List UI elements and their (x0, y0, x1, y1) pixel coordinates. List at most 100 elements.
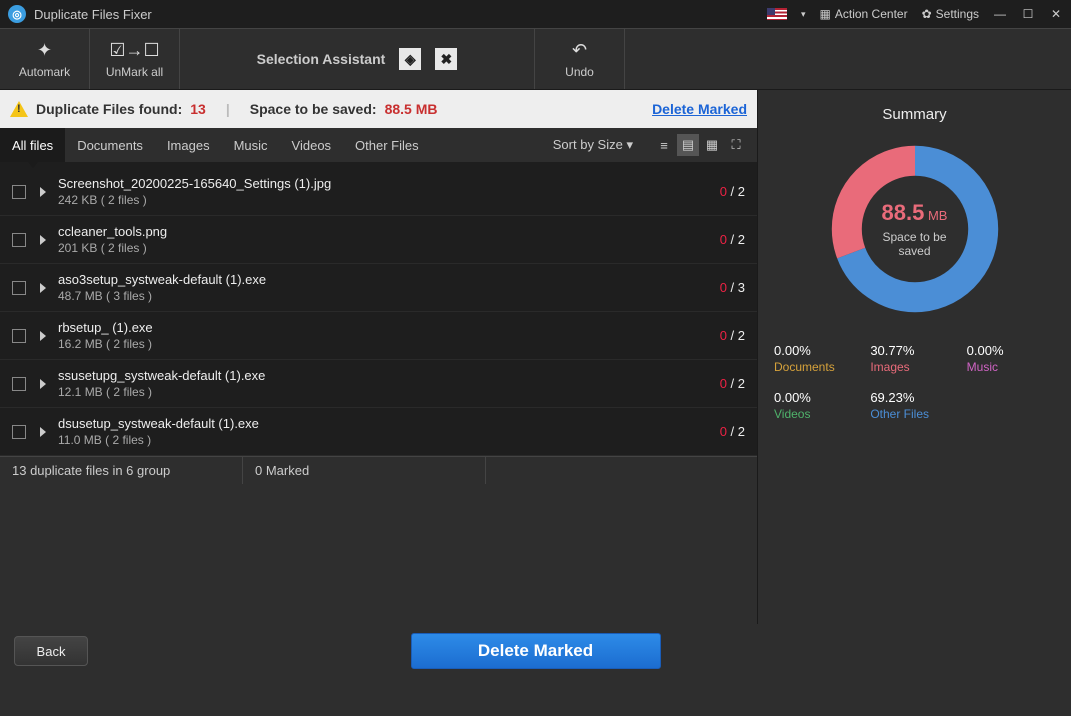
language-flag-icon[interactable] (767, 8, 787, 20)
legend-item-images: 30.77% Images (870, 343, 958, 374)
file-group-row[interactable]: rbsetup_ (1).exe 16.2 MB ( 2 files )0 / 2 (0, 312, 757, 360)
undo-label: Undo (565, 65, 594, 79)
automark-label: Automark (19, 65, 70, 79)
tab-documents[interactable]: Documents (65, 128, 155, 162)
view-grid-icon[interactable]: ▦ (701, 134, 723, 156)
legend-percent: 30.77% (870, 343, 958, 358)
delete-marked-button[interactable]: Delete Marked (411, 633, 661, 669)
file-name: rbsetup_ (1).exe (58, 320, 720, 335)
view-detail-icon[interactable]: ▤ (677, 134, 699, 156)
summary-title: Summary (774, 106, 1055, 123)
file-group-row[interactable]: ssusetupg_systweak-default (1).exe 12.1 M… (0, 360, 757, 408)
sort-label: Sort by Size (553, 137, 623, 152)
file-list: Screenshot_20200225-165640_Settings (1).… (0, 162, 757, 456)
unmark-all-button[interactable]: ☑→☐ UnMark all (90, 29, 180, 89)
donut-label: Space to be saved (870, 230, 960, 258)
status-bar: 13 duplicate files in 6 group 0 Marked (0, 456, 757, 484)
tab-other-files[interactable]: Other Files (343, 128, 431, 162)
maximize-button[interactable]: ☐ (1021, 7, 1035, 21)
dup-found-count: 13 (190, 101, 206, 117)
file-name: Screenshot_20200225-165640_Settings (1).… (58, 176, 720, 191)
results-panel: All filesDocumentsImagesMusicVideosOther… (0, 128, 757, 484)
file-name: ssusetupg_systweak-default (1).exe (58, 368, 720, 383)
expand-icon[interactable] (40, 331, 46, 341)
summary-panel: Summary 88.5 MB Space to be saved 0.00% D… (757, 90, 1071, 624)
app-logo-icon: ◎ (8, 5, 26, 23)
summary-donut-chart: 88.5 MB Space to be saved (825, 139, 1005, 319)
back-button[interactable]: Back (14, 636, 88, 666)
donut-unit: MB (928, 208, 948, 223)
file-group-row[interactable]: ccleaner_tools.png 201 KB ( 2 files )0 / … (0, 216, 757, 264)
file-size: 12.1 MB ( 2 files ) (58, 385, 720, 399)
space-saved-label: Space to be saved: (250, 101, 377, 117)
file-mark-count: 0 / 2 (720, 184, 745, 199)
file-group-row[interactable]: aso3setup_systweak-default (1).exe 48.7 M… (0, 264, 757, 312)
legend-percent: 0.00% (774, 343, 862, 358)
file-mark-count: 0 / 2 (720, 328, 745, 343)
donut-value: 88.5 (882, 200, 925, 225)
gear-icon: ✿ (922, 7, 932, 21)
expand-icon[interactable] (40, 283, 46, 293)
legend-percent: 69.23% (870, 390, 958, 405)
delete-marked-link[interactable]: Delete Marked (652, 101, 747, 117)
target-icon: ◈ (399, 48, 421, 70)
file-name: ccleaner_tools.png (58, 224, 720, 239)
action-center-button[interactable]: ▦ Action Center (820, 7, 908, 21)
file-size: 48.7 MB ( 3 files ) (58, 289, 720, 303)
file-group-row[interactable]: dsusetup_systweak-default (1).exe11.0 MB… (0, 408, 757, 456)
file-checkbox[interactable] (12, 329, 26, 343)
file-checkbox[interactable] (12, 377, 26, 391)
tab-videos[interactable]: Videos (280, 128, 344, 162)
legend-name: Images (870, 360, 958, 374)
tools-icon: ✖ (435, 48, 457, 70)
file-mark-count: 0 / 2 (720, 376, 745, 391)
file-group-row[interactable]: Screenshot_20200225-165640_Settings (1).… (0, 168, 757, 216)
grid-icon: ▦ (820, 7, 831, 21)
app-title: Duplicate Files Fixer (34, 7, 152, 22)
expand-icon[interactable] (40, 379, 46, 389)
status-marked-info: 0 Marked (243, 457, 486, 484)
file-size: 242 KB ( 2 files ) (58, 193, 720, 207)
sort-dropdown[interactable]: Sort by Size ▾ (553, 137, 633, 153)
file-name: aso3setup_systweak-default (1).exe (58, 272, 720, 287)
file-name: dsusetup_systweak-default (1).exe (58, 416, 720, 431)
file-checkbox[interactable] (12, 425, 26, 439)
legend-name: Documents (774, 360, 862, 374)
tab-music[interactable]: Music (222, 128, 280, 162)
legend-name: Music (967, 360, 1055, 374)
fullscreen-icon[interactable]: ⛶ (725, 134, 747, 156)
selection-assistant-button[interactable]: Selection Assistant ◈ ✖ (180, 29, 535, 89)
unmark-icon: ☑→☐ (109, 40, 159, 61)
file-size: 201 KB ( 2 files ) (58, 241, 720, 255)
expand-icon[interactable] (40, 235, 46, 245)
legend-item-documents: 0.00% Documents (774, 343, 862, 374)
bottom-bar: Back Delete Marked (0, 624, 1071, 678)
view-list-icon[interactable]: ≡ (653, 134, 675, 156)
expand-icon[interactable] (40, 427, 46, 437)
language-dropdown-icon[interactable]: ▾ (801, 9, 806, 20)
undo-button[interactable]: ↶ Undo (535, 29, 625, 89)
info-bar: Duplicate Files found: 13 | Space to be … (0, 90, 757, 128)
file-mark-count: 0 / 2 (720, 232, 745, 247)
legend-item-videos: 0.00%Videos (774, 390, 862, 421)
action-center-label: Action Center (835, 7, 908, 21)
tab-all-files[interactable]: All files (0, 128, 65, 162)
file-checkbox[interactable] (12, 185, 26, 199)
file-size: 16.2 MB ( 2 files ) (58, 337, 720, 351)
settings-label: Settings (936, 7, 979, 21)
close-button[interactable]: ✕ (1049, 7, 1063, 21)
filter-tabs: All filesDocumentsImagesMusicVideosOther… (0, 128, 757, 162)
expand-icon[interactable] (40, 187, 46, 197)
minimize-button[interactable]: — (993, 7, 1007, 21)
dup-found-label: Duplicate Files found: (36, 101, 182, 117)
file-checkbox[interactable] (12, 233, 26, 247)
space-saved-value: 88.5 MB (385, 101, 438, 117)
legend-name: Videos (774, 407, 862, 421)
file-checkbox[interactable] (12, 281, 26, 295)
wand-icon: ✦ (37, 40, 52, 61)
legend-name: Other Files (870, 407, 958, 421)
settings-button[interactable]: ✿ Settings (922, 7, 979, 21)
legend-item-music: 0.00%Music (967, 343, 1055, 374)
tab-images[interactable]: Images (155, 128, 222, 162)
automark-button[interactable]: ✦ Automark (0, 29, 90, 89)
